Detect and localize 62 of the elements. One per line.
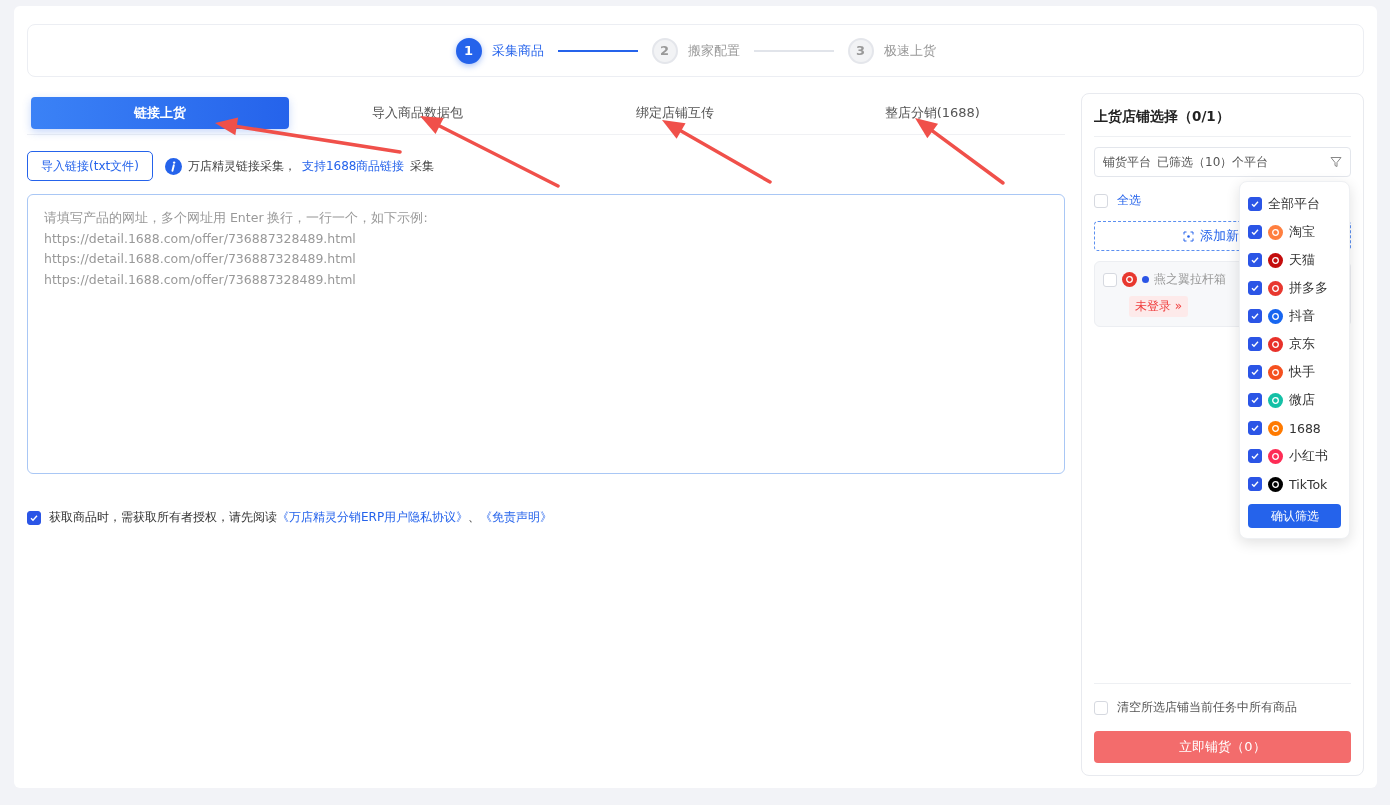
checkbox[interactable] <box>1248 365 1262 379</box>
checkbox[interactable] <box>1248 225 1262 239</box>
info-icon <box>164 157 182 175</box>
checkbox[interactable] <box>1248 449 1262 463</box>
checkbox[interactable] <box>1248 309 1262 323</box>
platform-option[interactable]: 抖音 <box>1248 302 1341 330</box>
checkbox[interactable] <box>1248 197 1262 211</box>
checkmark-icon <box>1250 283 1260 293</box>
agreement-text: 获取商品时，需获取所有者授权，请先阅读《万店精灵分销ERP用户隐私协议》、《免责声明》 <box>49 509 553 526</box>
disclaimer-link[interactable]: 《免责声明》 <box>480 510 553 524</box>
step-label: 搬家配置 <box>687 41 740 60</box>
status-dot <box>1142 276 1149 283</box>
tab[interactable]: 绑定店铺互传 <box>546 97 804 129</box>
platform-option[interactable]: 快手 <box>1248 358 1341 386</box>
checkbox[interactable] <box>1248 253 1262 267</box>
step-label: 极速上货 <box>883 41 936 60</box>
platform-option[interactable]: TikTok <box>1248 470 1341 498</box>
checkmark-icon <box>29 512 39 523</box>
checkmark-icon <box>1250 367 1260 377</box>
checkbox[interactable] <box>1248 477 1262 491</box>
select-all-link[interactable]: 全选 <box>1117 192 1141 209</box>
import-button[interactable]: 导入链接(txt文件) <box>27 151 153 181</box>
filter-icon <box>1330 156 1342 168</box>
platform-option[interactable]: 拼多多 <box>1248 274 1341 302</box>
clear-option-label: 清空所选店铺当前任务中所有商品 <box>1117 699 1297 716</box>
checkmark-icon <box>1250 451 1260 461</box>
support-link[interactable]: 支持1688商品链接 <box>301 157 405 175</box>
filter-label: 铺货平台 <box>1103 153 1151 171</box>
step-number: 1 <box>455 37 482 64</box>
platform-filter[interactable]: 铺货平台 已筛选（10）个平台 <box>1094 147 1351 177</box>
tab[interactable]: 整店分销(1688) <box>803 97 1061 129</box>
checkmark-icon <box>1250 199 1260 209</box>
checkmark-icon <box>1250 395 1260 405</box>
info-text: 万店精灵链接采集， <box>187 157 296 175</box>
confirm-button[interactable]: 确认筛选 <box>1248 504 1341 528</box>
checkmark-icon <box>1250 311 1260 321</box>
platform-option[interactable]: 小红书 <box>1248 442 1341 470</box>
step-number: 3 <box>847 37 874 64</box>
checkbox[interactable] <box>1248 393 1262 407</box>
platform-option[interactable]: 微店 <box>1248 386 1341 414</box>
checkbox[interactable] <box>1248 337 1262 351</box>
checkmark-icon <box>1250 479 1260 489</box>
checkmark-icon <box>1250 423 1260 433</box>
checkbox[interactable] <box>27 510 41 525</box>
filter-value: 已筛选（10）个平台 <box>1157 153 1269 171</box>
checkbox[interactable] <box>1248 421 1262 435</box>
panel-title: 上货店铺选择（0/1） <box>1094 106 1351 137</box>
tab[interactable]: 链接上货 <box>31 97 289 129</box>
platform-option[interactable]: 全部平台 <box>1248 190 1341 218</box>
platform-option[interactable]: 1688 <box>1248 414 1341 442</box>
step-number: 2 <box>651 37 678 64</box>
info-text: 采集 <box>410 157 435 175</box>
scan-icon <box>1183 230 1194 242</box>
privacy-link[interactable]: 《万店精灵分销ERP用户隐私协议》 <box>277 510 469 524</box>
platform-option[interactable]: 淘宝 <box>1248 218 1341 246</box>
step-label: 采集商品 <box>491 41 544 60</box>
checkmark-icon <box>1250 227 1260 237</box>
checkbox[interactable] <box>1248 281 1262 295</box>
store-name: 燕之翼拉杆箱 <box>1154 271 1226 288</box>
checkmark-icon <box>1250 255 1260 265</box>
platform-option[interactable]: 京东 <box>1248 330 1341 358</box>
checkmark-icon <box>1250 339 1260 349</box>
